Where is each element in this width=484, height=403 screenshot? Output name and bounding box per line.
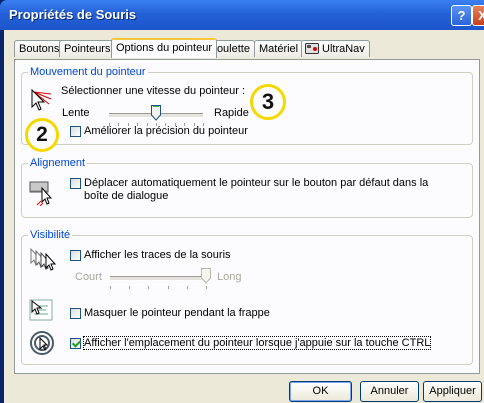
trails-slider-ticks xyxy=(110,286,207,290)
apply-button[interactable]: Appliquer xyxy=(423,381,482,402)
precision-checkbox[interactable] xyxy=(70,126,81,137)
snap-group: Alignement Déplacer automatiquement le p… xyxy=(21,157,473,218)
hide-pointer-checkbox[interactable] xyxy=(70,308,81,319)
tab-options-pointeur[interactable]: Options du pointeur xyxy=(111,38,218,58)
trails-slider-thumb[interactable] xyxy=(201,268,211,284)
ctrl-location-checkbox[interactable] xyxy=(70,338,81,349)
slider-tick xyxy=(148,286,150,289)
tab-boutons[interactable]: Boutons xyxy=(14,40,65,57)
speed-slow-label: Lente xyxy=(62,107,90,119)
tab-ultranav-label: UltraNav xyxy=(322,43,365,55)
precision-label[interactable]: Améliorer la précision du pointeur xyxy=(84,125,248,137)
snap-label-line2[interactable]: boîte de dialogue xyxy=(84,190,168,202)
slider-tick xyxy=(167,286,169,289)
visibility-group: Visibilité Afficher les traces de la sou… xyxy=(21,229,473,365)
snap-checkbox[interactable] xyxy=(70,178,81,189)
visibility-group-title: Visibilité xyxy=(28,229,73,241)
snap-to-icon xyxy=(29,181,53,206)
help-button[interactable]: ? xyxy=(451,5,472,26)
title-bar[interactable]: Propriétés de Souris ? X xyxy=(0,0,484,30)
slider-tick xyxy=(186,286,188,289)
trails-slider-track xyxy=(110,276,206,281)
trails-long-label: Long xyxy=(217,271,242,283)
slider-tick xyxy=(110,286,111,289)
trails-label[interactable]: Afficher les traces de la souris xyxy=(84,249,231,261)
close-button[interactable]: X xyxy=(472,5,484,26)
callout-2: 2 xyxy=(25,118,59,152)
motion-group-title: Mouvement du pointeur xyxy=(28,66,148,78)
slider-tick xyxy=(129,286,131,289)
pointer-trails-icon xyxy=(30,247,57,271)
tab-materiel[interactable]: Matériel xyxy=(254,40,304,57)
snap-label-line1[interactable]: Déplacer automatiquement le pointeur sur… xyxy=(84,177,428,189)
dialog-client-area: Boutons Pointeurs Options du pointeur Ro… xyxy=(4,30,484,403)
ctrl-location-label[interactable]: Afficher l'emplacement du pointeur lorsq… xyxy=(82,336,432,350)
hide-pointer-icon xyxy=(29,299,53,321)
ok-button[interactable]: OK xyxy=(289,381,352,402)
speed-fast-label: Rapide xyxy=(214,107,249,119)
cancel-button[interactable]: Annuler xyxy=(360,381,419,402)
motion-group: Mouvement du pointeur Sélectionner une v… xyxy=(21,66,473,145)
ctrl-locate-icon xyxy=(30,331,54,355)
trails-short-label: Court xyxy=(75,271,102,283)
trails-checkbox[interactable] xyxy=(70,250,81,261)
hide-pointer-label[interactable]: Masquer le pointeur pendant la frappe xyxy=(84,307,270,319)
ultranav-icon xyxy=(305,43,319,54)
tab-pointeurs[interactable]: Pointeurs xyxy=(59,40,116,57)
slider-tick xyxy=(206,286,207,289)
pointer-speed-icon xyxy=(31,88,52,111)
callout-3: 3 xyxy=(250,84,286,120)
snap-group-title: Alignement xyxy=(28,157,88,169)
tab-panel: Mouvement du pointeur Sélectionner une v… xyxy=(14,59,480,374)
tab-ultranav[interactable]: UltraNav xyxy=(301,40,370,57)
mouse-properties-window: Propriétés de Souris ? X Boutons Pointeu… xyxy=(0,0,484,403)
speed-slider-thumb[interactable] xyxy=(151,105,161,121)
speed-label: Sélectionner une vitesse du pointeur : xyxy=(61,85,246,97)
window-title: Propriétés de Souris xyxy=(9,7,137,22)
